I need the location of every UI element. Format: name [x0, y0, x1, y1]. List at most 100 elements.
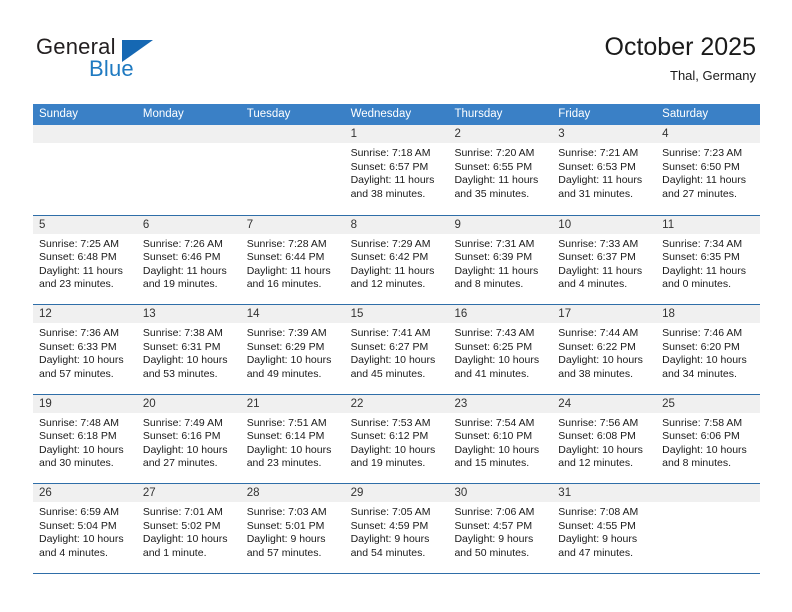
calendar-day-cell[interactable]: 10 Sunrise: 7:33 AM Sunset: 6:37 PM Dayligh…	[552, 215, 657, 304]
daylight-text: Daylight: 10 hours	[39, 533, 124, 546]
calendar-day-cell[interactable]: 24 Sunrise: 7:56 AM Sunset: 6:08 PM Dayligh…	[552, 394, 657, 483]
weekday-header-row: Sunday Monday Tuesday Wednesday Thursday…	[33, 104, 760, 125]
title-block: October 2025 Thal, Germany	[605, 32, 757, 85]
daylight-text: Daylight: 9 hours	[454, 533, 534, 546]
daylight-text: Daylight: 9 hours	[246, 533, 326, 546]
sunset-text: Sunset: 6:25 PM	[454, 340, 533, 353]
sunrise-text: Sunrise: 7:46 AM	[662, 327, 743, 339]
day-number-band: 3	[552, 125, 657, 143]
day-number: 14	[246, 308, 260, 320]
day-number-band: 20	[136, 394, 241, 413]
daylight-text-cont: and 1 minute.	[142, 546, 207, 559]
sunset-text: Sunset: 6:53 PM	[558, 160, 636, 173]
sunset-text: Sunset: 6:31 PM	[142, 340, 221, 353]
calendar-day-cell[interactable]: 23 Sunrise: 7:54 AM Sunset: 6:10 PM Dayligh…	[448, 394, 553, 483]
calendar-bottom-rule	[33, 572, 760, 574]
day-details: Sunrise: 7:48 AM Sunset: 6:18 PM Daylight:…	[33, 413, 137, 471]
day-details: Sunrise: 7:36 AM Sunset: 6:33 PM Daylight:…	[33, 323, 137, 381]
calendar-day-cell[interactable]: 28 Sunrise: 7:03 AM Sunset: 5:01 PM Dayligh…	[240, 484, 345, 573]
calendar-day-cell[interactable]: 9 Sunrise: 7:31 AM Sunset: 6:39 PM Daylight…	[448, 215, 553, 304]
daylight-text: Daylight: 10 hours	[350, 354, 436, 367]
day-number: 2	[454, 128, 461, 140]
day-number: 5	[39, 218, 46, 231]
calendar-day-cell[interactable]: 6 Sunrise: 7:26 AM Sunset: 6:46 PM Daylight…	[136, 215, 241, 304]
daylight-text: Daylight: 11 hours	[558, 174, 643, 187]
sunset-text: Sunset: 6:55 PM	[454, 160, 533, 173]
calendar-day-cell[interactable]: 29 Sunrise: 7:05 AM Sunset: 4:59 PM Dayligh…	[344, 484, 449, 573]
calendar-day-cell[interactable]: 4 Sunrise: 7:23 AM Sunset: 6:50 PM Daylight…	[656, 125, 761, 215]
daylight-text: Daylight: 10 hours	[350, 443, 436, 456]
calendar-day-cell[interactable]: 31 Sunrise: 7:08 AM Sunset: 4:55 PM Dayligh…	[552, 484, 657, 573]
calendar-day-cell[interactable]: 7 Sunrise: 7:28 AM Sunset: 6:44 PM Daylight…	[240, 215, 345, 304]
sunrise-text: Sunrise: 7:08 AM	[558, 506, 639, 518]
calendar-day-cell[interactable]: 5 Sunrise: 7:25 AM Sunset: 6:48 PM Daylight…	[33, 215, 137, 304]
sunset-text: Sunset: 6:39 PM	[454, 251, 533, 264]
day-number-band: 7	[240, 215, 345, 234]
day-number: 1	[350, 128, 357, 140]
sunrise-text: Sunrise: 7:51 AM	[246, 416, 327, 429]
sunset-text: Sunset: 6:48 PM	[39, 251, 117, 264]
sunrise-text: Sunrise: 7:58 AM	[662, 416, 743, 429]
calendar-day-cell[interactable]: 27 Sunrise: 7:01 AM Sunset: 5:02 PM Dayligh…	[136, 484, 241, 573]
sunrise-text: Sunrise: 7:48 AM	[39, 416, 119, 429]
day-details: Sunrise: 7:01 AM Sunset: 5:02 PM Daylight:…	[137, 502, 241, 560]
daylight-text-cont: and 19 minutes.	[142, 278, 218, 291]
calendar-day-cell[interactable]: 20 Sunrise: 7:49 AM Sunset: 6:16 PM Dayligh…	[136, 394, 241, 483]
daylight-text: Daylight: 11 hours	[454, 264, 539, 277]
calendar-day-cell[interactable]: 25 Sunrise: 7:58 AM Sunset: 6:06 PM Dayligh…	[656, 394, 761, 483]
calendar-day-cell[interactable]: 2 Sunrise: 7:20 AM Sunset: 6:55 PM Daylight…	[448, 125, 553, 215]
sunset-text: Sunset: 5:02 PM	[142, 519, 221, 532]
weekday-header-sunday: Sunday	[39, 108, 79, 120]
day-number: 19	[39, 397, 52, 410]
calendar-day-cell[interactable]: 19 Sunrise: 7:48 AM Sunset: 6:18 PM Dayligh…	[33, 394, 137, 483]
weekday-header-wednesday: Wednesday	[350, 108, 412, 120]
calendar-day-cell[interactable]: 26 Sunrise: 6:59 AM Sunset: 5:04 PM Dayligh…	[33, 484, 137, 573]
calendar-day-cell[interactable]: 18 Sunrise: 7:46 AM Sunset: 6:20 PM Dayligh…	[656, 305, 761, 394]
daylight-text: Daylight: 11 hours	[454, 174, 539, 187]
calendar-day-cell[interactable]: 22 Sunrise: 7:53 AM Sunset: 6:12 PM Dayligh…	[344, 394, 449, 483]
day-number-band: 22	[344, 394, 449, 413]
calendar-weeks: 1 Sunrise: 7:18 AM Sunset: 6:57 PM Daylight…	[33, 125, 761, 573]
daylight-text-cont: and 8 minutes.	[454, 278, 524, 291]
calendar-day-cell[interactable]: 16 Sunrise: 7:43 AM Sunset: 6:25 PM Dayligh…	[448, 305, 553, 394]
calendar-week-row: 26 Sunrise: 6:59 AM Sunset: 5:04 PM Dayligh…	[33, 483, 761, 573]
day-details: Sunrise: 7:31 AM Sunset: 6:39 PM Daylight:…	[448, 234, 552, 292]
general-blue-logo[interactable]: General Blue	[36, 34, 216, 90]
calendar-day-cell[interactable]: 1 Sunrise: 7:18 AM Sunset: 6:57 PM Daylight…	[344, 125, 449, 215]
day-number-band: 12	[33, 305, 137, 323]
calendar-day-cell[interactable]: 3 Sunrise: 7:21 AM Sunset: 6:53 PM Daylight…	[552, 125, 657, 215]
sunset-text: Sunset: 6:27 PM	[350, 340, 429, 353]
daylight-text-cont: and 0 minutes.	[662, 278, 732, 291]
daylight-text-cont: and 12 minutes.	[350, 278, 426, 291]
daylight-text: Daylight: 11 hours	[662, 264, 747, 277]
daylight-text: Daylight: 11 hours	[558, 264, 643, 277]
sunrise-text: Sunrise: 7:31 AM	[454, 237, 535, 250]
calendar-day-cell[interactable]: 12 Sunrise: 7:36 AM Sunset: 6:33 PM Dayligh…	[33, 305, 137, 394]
daylight-text-cont: and 30 minutes.	[39, 457, 114, 470]
sunset-text: Sunset: 6:10 PM	[454, 430, 533, 443]
calendar-day-cell[interactable]: 8 Sunrise: 7:29 AM Sunset: 6:42 PM Daylight…	[344, 215, 449, 304]
calendar-day-cell[interactable]: 30 Sunrise: 7:06 AM Sunset: 4:57 PM Dayligh…	[448, 484, 553, 573]
calendar-day-cell[interactable]: 13 Sunrise: 7:38 AM Sunset: 6:31 PM Dayligh…	[136, 305, 241, 394]
day-details: Sunrise: 7:29 AM Sunset: 6:42 PM Daylight:…	[345, 234, 449, 292]
day-details: Sunrise: 7:39 AM Sunset: 6:29 PM Daylight:…	[241, 323, 345, 381]
daylight-text: Daylight: 10 hours	[142, 354, 228, 367]
daylight-text: Daylight: 10 hours	[142, 533, 228, 546]
calendar-day-cell[interactable]: 11 Sunrise: 7:34 AM Sunset: 6:35 PM Dayligh…	[656, 215, 761, 304]
calendar-day-cell[interactable]: 15 Sunrise: 7:41 AM Sunset: 6:27 PM Dayligh…	[344, 305, 449, 394]
day-details: Sunrise: 7:44 AM Sunset: 6:22 PM Daylight:…	[552, 323, 656, 381]
calendar-day-cell[interactable]: 21 Sunrise: 7:51 AM Sunset: 6:14 PM Dayligh…	[240, 394, 345, 483]
sunset-text: Sunset: 6:50 PM	[662, 160, 740, 173]
sunset-text: Sunset: 6:16 PM	[142, 430, 221, 443]
day-number-band: 23	[448, 394, 553, 413]
daylight-text: Daylight: 10 hours	[662, 443, 747, 456]
day-number: 22	[350, 397, 364, 410]
day-number-band: 6	[136, 215, 241, 234]
calendar-day-cell[interactable]: 14 Sunrise: 7:39 AM Sunset: 6:29 PM Dayligh…	[240, 305, 345, 394]
calendar-day-cell-empty	[656, 484, 761, 573]
day-details: Sunrise: 6:59 AM Sunset: 5:04 PM Daylight:…	[33, 502, 137, 560]
sunrise-text: Sunrise: 7:44 AM	[558, 327, 639, 339]
sunrise-text: Sunrise: 7:05 AM	[350, 506, 431, 518]
calendar-day-cell[interactable]: 17 Sunrise: 7:44 AM Sunset: 6:22 PM Dayligh…	[552, 305, 657, 394]
sunset-text: Sunset: 6:57 PM	[350, 160, 429, 173]
